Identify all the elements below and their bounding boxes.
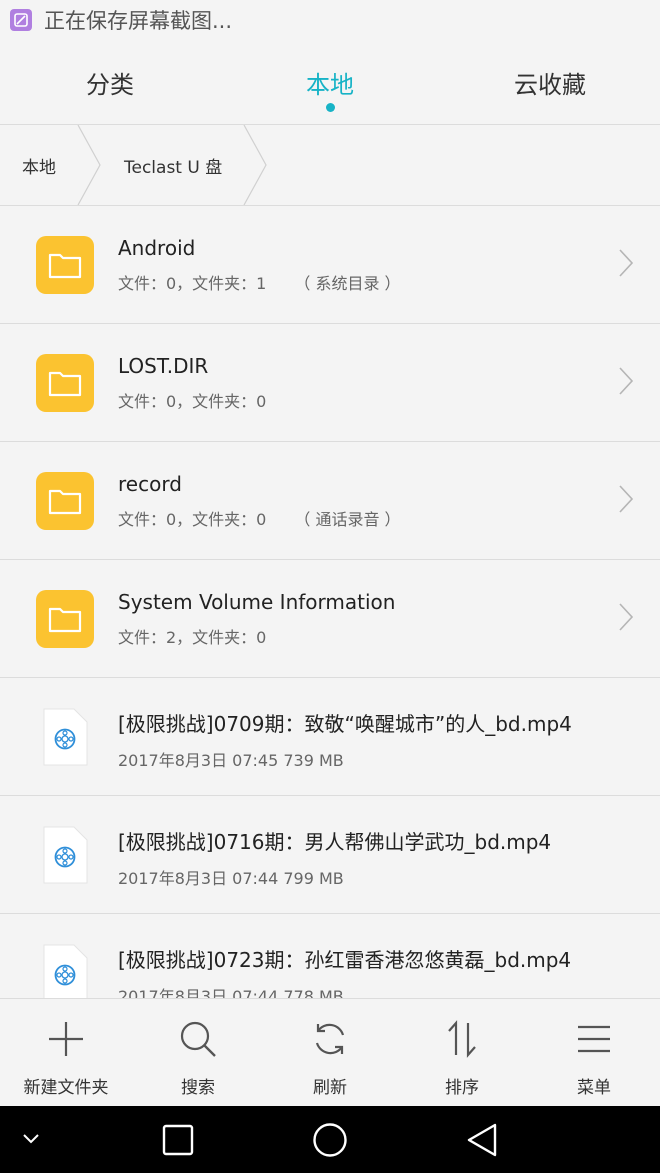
tab-local[interactable]: 本地	[220, 40, 440, 124]
list-item-folder[interactable]: record 文件：0，文件夹：0 （ 通话录音 ）	[0, 442, 660, 560]
screenshot-icon	[10, 9, 32, 31]
menu-icon	[578, 1025, 610, 1053]
menu-label: 菜单	[577, 1078, 611, 1098]
refresh-label: 刷新	[313, 1078, 347, 1098]
tab-label: 分类	[86, 70, 134, 99]
breadcrumb-separator-icon	[77, 125, 101, 205]
sort-label: 排序	[445, 1078, 479, 1098]
tab-cloud[interactable]: 云收藏	[440, 40, 660, 124]
search-label: 搜索	[181, 1078, 215, 1098]
refresh-button[interactable]: 刷新	[264, 999, 396, 1107]
status-bar: 正在保存屏幕截图...	[0, 0, 660, 40]
plus-icon	[49, 1022, 83, 1056]
status-text: 正在保存屏幕截图...	[44, 9, 233, 33]
breadcrumb-item-usb[interactable]: Teclast U 盘	[116, 125, 242, 205]
back-icon[interactable]	[465, 1122, 499, 1158]
item-info: 文件：0，文件夹：0	[118, 510, 267, 529]
item-info: 文件：2，文件夹：0	[118, 628, 267, 647]
menu-button[interactable]: 菜单	[528, 999, 660, 1107]
list-item-video[interactable]: [极限挑战]0716期：男人帮佛山学武功_bd.mp4 2017年8月3日 07…	[0, 796, 660, 914]
list-item-video[interactable]: [极限挑战]0723期：孙红雷香港忽悠黄磊_bd.mp4 2017年8月3日 0…	[0, 914, 660, 998]
chevron-down-icon[interactable]	[22, 1132, 40, 1146]
sort-button[interactable]: 排序	[396, 999, 528, 1107]
search-icon	[180, 1021, 216, 1057]
breadcrumb-item-local[interactable]: 本地	[0, 125, 76, 205]
folder-icon	[36, 589, 94, 648]
active-tab-indicator	[325, 103, 335, 112]
chevron-right-icon	[619, 485, 634, 513]
tab-category[interactable]: 分类	[0, 40, 220, 124]
item-info: 2017年8月3日 07:45 739 MB	[118, 751, 344, 770]
item-info: 文件：0，文件夹：1	[118, 274, 267, 293]
refresh-icon	[315, 1023, 345, 1055]
list-item-folder[interactable]: Android 文件：0，文件夹：1 （ 系统目录 ）	[0, 206, 660, 324]
breadcrumb-separator-icon	[243, 125, 267, 205]
home-icon[interactable]	[312, 1122, 348, 1158]
item-name: [极限挑战]0709期：致敬“唤醒城市”的人_bd.mp4	[118, 712, 572, 736]
item-name: [极限挑战]0723期：孙红雷香港忽悠黄磊_bd.mp4	[118, 948, 572, 972]
sort-icon	[448, 1020, 476, 1058]
video-file-icon	[42, 708, 88, 766]
item-info: 文件：0，文件夹：0	[118, 392, 267, 411]
tab-label: 本地	[306, 70, 354, 99]
recents-icon[interactable]	[162, 1124, 194, 1156]
list-item-folder[interactable]: System Volume Information 文件：2，文件夹：0	[0, 560, 660, 678]
item-note: （ 系统目录 ）	[294, 274, 401, 293]
list-item-folder[interactable]: LOST.DIR 文件：0，文件夹：0	[0, 324, 660, 442]
tab-label: 云收藏	[514, 70, 586, 99]
new-folder-label: 新建文件夹	[23, 1078, 109, 1098]
item-note: （ 通话录音 ）	[294, 510, 401, 529]
folder-icon	[36, 353, 94, 412]
item-info: 2017年8月3日 07:44 799 MB	[118, 869, 344, 888]
chevron-right-icon	[619, 249, 634, 277]
item-info: 2017年8月3日 07:44 778 MB	[118, 987, 344, 998]
folder-icon	[36, 235, 94, 294]
folder-icon	[36, 471, 94, 530]
new-folder-button[interactable]: 新建文件夹	[0, 999, 132, 1107]
bottom-action-bar: 新建文件夹 搜索 刷新 排序 菜单	[0, 998, 660, 1107]
search-button[interactable]: 搜索	[132, 999, 264, 1107]
video-file-icon	[42, 826, 88, 884]
system-nav-bar	[0, 1106, 660, 1173]
top-tabs: 分类 本地 云收藏	[0, 40, 660, 125]
chevron-right-icon	[619, 367, 634, 395]
breadcrumb: 本地 Teclast U 盘	[0, 125, 660, 206]
file-list: Android 文件：0，文件夹：1 （ 系统目录 ） LOST.DIR 文件：0…	[0, 206, 660, 998]
item-name: record	[118, 472, 182, 496]
item-name: Android	[118, 236, 196, 260]
chevron-right-icon	[619, 603, 634, 631]
item-name: System Volume Information	[118, 590, 396, 614]
item-name: [极限挑战]0716期：男人帮佛山学武功_bd.mp4	[118, 830, 552, 854]
item-name: LOST.DIR	[118, 354, 209, 378]
video-file-icon	[42, 944, 88, 998]
list-item-video[interactable]: [极限挑战]0709期：致敬“唤醒城市”的人_bd.mp4 2017年8月3日 …	[0, 678, 660, 796]
